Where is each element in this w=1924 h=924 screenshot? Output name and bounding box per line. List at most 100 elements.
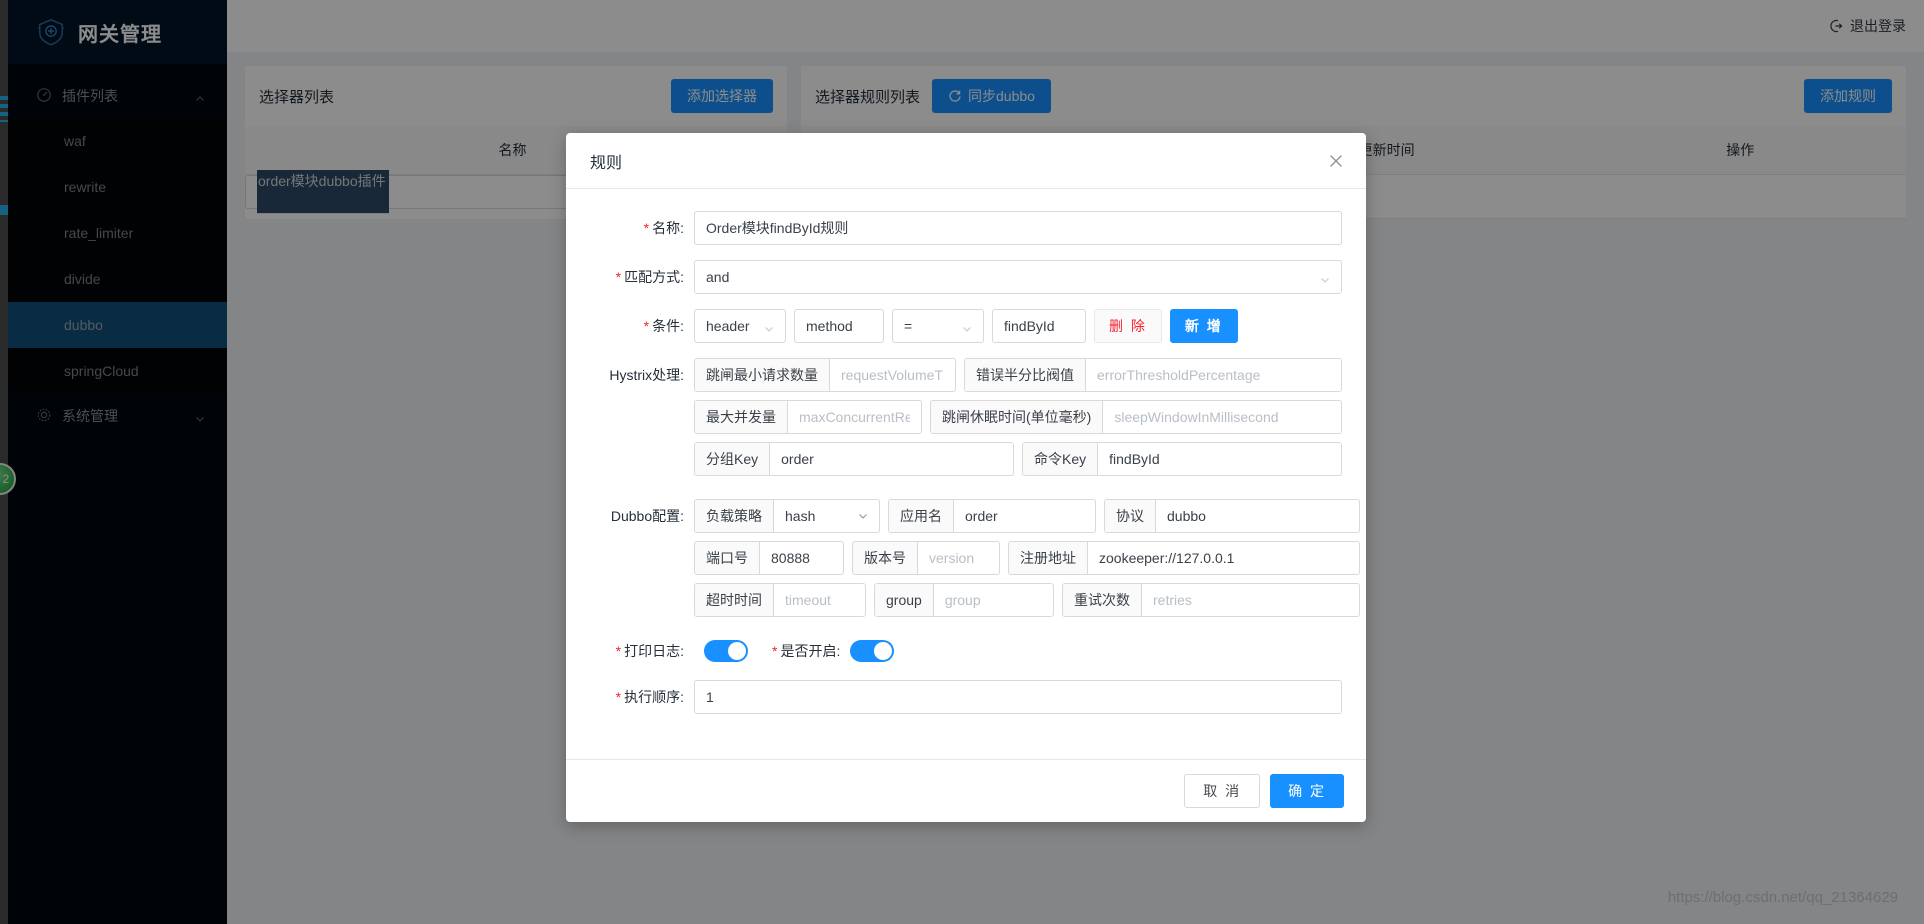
dubbo-registry-address-input[interactable] (1088, 542, 1359, 574)
condition-operator-select[interactable]: = (892, 309, 984, 343)
dubbo-load-strategy-addon: 负载策略 (695, 500, 774, 532)
form-row-name: * 名称: (590, 211, 1342, 245)
dubbo-line-3: 超时时间 group 重试次数 (694, 583, 1360, 617)
dubbo-port-group: 端口号 (694, 541, 844, 575)
hystrix-sleep-window-addon: 跳闸休眠时间(单位毫秒) (931, 401, 1104, 433)
rule-dialog-body: *名称: *匹配方式: and (566, 189, 1366, 759)
dubbo-retries-group: 重试次数 (1062, 583, 1360, 617)
hystrix-error-threshold-percentage-input[interactable] (1086, 359, 1341, 391)
dubbo-timeout-group: 超时时间 (694, 583, 866, 617)
required-marker: * (615, 269, 622, 285)
dubbo-retries-addon: 重试次数 (1063, 584, 1142, 616)
form-row-hystrix: Hystrix处理: 跳闸最小请求数量 错误半分比阀值 (590, 358, 1342, 484)
form-row-switches: * 打印日志: * 是否开启: (590, 640, 1342, 662)
hystrix-command-key-group: 命令Key (1022, 442, 1342, 476)
condition-label: * 条件: (643, 318, 684, 334)
dubbo-app-name-group: 应用名 (888, 499, 1096, 533)
dubbo-line-1: 负载策略 hash 应用名 order 协议 dubbo (694, 499, 1360, 533)
match-mode-label: * 匹配方式: (615, 269, 684, 285)
dubbo-app-name-addon: 应用名 (889, 500, 954, 532)
dubbo-port-input[interactable] (760, 542, 843, 574)
hystrix-request-volume-threshold-input[interactable] (830, 359, 955, 391)
hystrix-max-concurrent-requests-addon: 最大并发量 (695, 401, 788, 433)
required-marker: * (643, 220, 650, 236)
form-row-match-mode: * 匹配方式: and (590, 260, 1342, 294)
dubbo-protocol-input[interactable] (1156, 500, 1359, 532)
print-log-toggle[interactable] (704, 640, 748, 662)
form-row-condition: *条件: header = (590, 309, 1342, 343)
condition-field-name-input[interactable] (794, 309, 884, 343)
hystrix-error-threshold-percentage-addon: 错误半分比阀值 (965, 359, 1086, 391)
order-input[interactable] (694, 680, 1342, 714)
form-row-dubbo: Dubbo配置: 负载策略 hash 应用名 order 协议 dubbo 端口… (590, 499, 1360, 625)
enabled-toggle-knob (874, 642, 893, 660)
chevron-down-icon (858, 508, 868, 524)
hystrix-line-3: 分组Key 命令Key (694, 442, 1342, 476)
rule-dialog-header: 规则 (566, 133, 1366, 189)
dubbo-group-group: group (874, 583, 1054, 617)
hystrix-sleep-window-input[interactable] (1103, 401, 1341, 433)
hystrix-group-key-input[interactable] (770, 443, 1013, 475)
condition-field-type-value: header (706, 318, 750, 334)
condition-delete-button[interactable]: 删 除 (1094, 309, 1162, 343)
condition-add-button[interactable]: 新 增 (1169, 309, 1238, 343)
rule-dialog: 规则 *名称: *匹配方式: (566, 133, 1366, 822)
hystrix-max-concurrent-requests-input[interactable] (788, 401, 921, 433)
dubbo-version-addon: 版本号 (853, 542, 918, 574)
hystrix-request-volume-threshold-group: 跳闸最小请求数量 (694, 358, 956, 392)
chevron-down-icon (1320, 272, 1330, 283)
hystrix-max-concurrent-requests-group: 最大并发量 (694, 400, 922, 434)
hystrix-command-key-input[interactable] (1098, 443, 1341, 475)
condition-operator-value: = (904, 318, 913, 334)
hystrix-command-key-addon: 命令Key (1023, 443, 1099, 475)
dubbo-load-strategy-group: 负载策略 hash (694, 499, 880, 533)
required-marker: * (772, 643, 778, 659)
dubbo-group-addon: group (875, 584, 934, 616)
dubbo-timeout-addon: 超时时间 (695, 584, 774, 616)
hystrix-label: Hystrix处理: (609, 367, 684, 383)
dubbo-registry-address-group: 注册地址 (1008, 541, 1360, 575)
enabled-label: * 是否开启: (772, 643, 841, 659)
dubbo-protocol-addon: 协议 (1105, 500, 1156, 532)
hystrix-line-1: 跳闸最小请求数量 错误半分比阀值 (694, 358, 1342, 392)
chevron-down-icon (764, 321, 774, 332)
dubbo-label: Dubbo配置: (610, 508, 684, 524)
hystrix-group-key-group: 分组Key (694, 442, 1014, 476)
hystrix-line-2: 最大并发量 跳闸休眠时间(单位毫秒) (694, 400, 1342, 434)
required-marker: * (615, 643, 622, 659)
required-marker: * (643, 318, 650, 334)
rule-dialog-footer: 取 消 确 定 (566, 759, 1366, 822)
condition-field-type-select[interactable]: header (694, 309, 786, 343)
required-marker: * (615, 689, 622, 705)
cancel-button[interactable]: 取 消 (1184, 774, 1261, 808)
name-label: * 名称: (643, 220, 684, 236)
hystrix-request-volume-threshold-addon: 跳闸最小请求数量 (695, 359, 830, 391)
chevron-down-icon (962, 321, 972, 332)
confirm-button[interactable]: 确 定 (1270, 774, 1344, 808)
name-input[interactable] (694, 211, 1342, 245)
dubbo-port-addon: 端口号 (695, 542, 760, 574)
dubbo-app-name-input[interactable] (954, 500, 1095, 532)
dubbo-load-strategy-select[interactable]: hash (774, 500, 879, 532)
dubbo-load-strategy-value: hash (785, 508, 816, 524)
print-log-toggle-knob (728, 642, 746, 660)
hystrix-error-threshold-percentage-group: 错误半分比阀值 (964, 358, 1342, 392)
print-log-label: * 打印日志: (615, 643, 684, 659)
dubbo-version-input[interactable] (918, 542, 999, 574)
close-icon[interactable] (1326, 151, 1346, 171)
match-mode-value: and (706, 269, 730, 285)
dubbo-registry-address-addon: 注册地址 (1009, 542, 1088, 574)
dubbo-timeout-input[interactable] (774, 584, 865, 616)
condition-field-value-input[interactable] (992, 309, 1086, 343)
dubbo-group-input[interactable] (933, 584, 1053, 616)
dubbo-version-group: 版本号 (852, 541, 1000, 575)
hystrix-sleep-window-group: 跳闸休眠时间(单位毫秒) (930, 400, 1342, 434)
rule-dialog-title: 规则 (590, 154, 623, 172)
dubbo-protocol-group: 协议 (1104, 499, 1360, 533)
dubbo-retries-input[interactable] (1142, 584, 1359, 616)
enabled-toggle[interactable] (850, 640, 895, 662)
dubbo-line-2: 端口号 版本号 注册地址 (694, 541, 1360, 575)
match-mode-select[interactable]: and (694, 260, 1342, 294)
form-row-order: * 执行顺序: (590, 680, 1342, 714)
hystrix-group-key-addon: 分组Key (695, 443, 771, 475)
